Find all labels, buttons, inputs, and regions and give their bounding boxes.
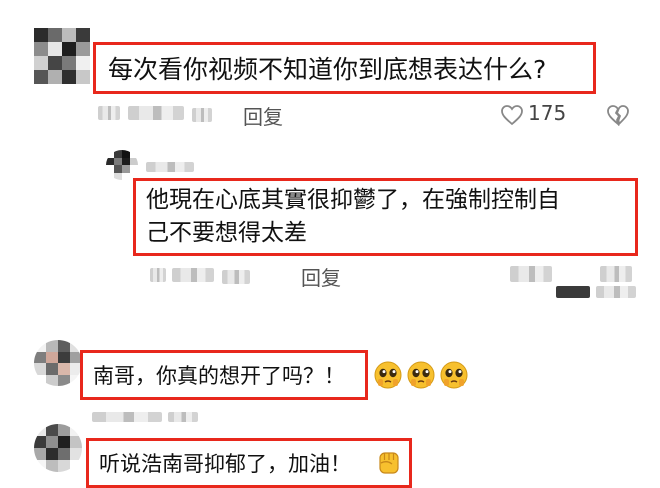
- avatar[interactable]: [106, 150, 138, 180]
- comment-text: 南哥，你真的想开了吗？！: [93, 364, 345, 388]
- comment-text-box: 每次看你视频不知道你到底想表达什么?: [93, 42, 596, 94]
- comment-meta: [172, 268, 214, 282]
- comment-meta: [168, 412, 198, 422]
- like-count: [556, 286, 590, 298]
- comment-text-box: 听说浩南哥抑郁了，加油！: [86, 438, 412, 488]
- raised-fist-emoji: [379, 452, 399, 474]
- pleading-face-emoji: [407, 361, 435, 389]
- like-count: 175: [528, 101, 567, 125]
- comment-meta: [222, 270, 250, 284]
- pleading-face-emoji: [374, 361, 402, 389]
- like-count: [596, 286, 636, 298]
- reply-button[interactable]: 回复: [301, 262, 341, 291]
- comment-meta: [192, 108, 212, 122]
- comment-meta: [92, 412, 162, 422]
- comment-meta: [98, 106, 120, 120]
- comment-text-line: 他現在心底其實很抑鬱了，在強制控制自: [146, 187, 560, 213]
- comment-text-line: 己不要想得太差: [146, 220, 307, 246]
- avatar[interactable]: [34, 340, 82, 386]
- comment-text: 听说浩南哥抑郁了，加油！: [99, 452, 351, 476]
- comment-text-box: 他現在心底其實很抑鬱了，在強制控制自 己不要想得太差: [133, 178, 638, 256]
- comment-meta: [146, 162, 194, 172]
- comment-text: 每次看你视频不知道你到底想表达什么?: [108, 55, 547, 84]
- avatar[interactable]: [34, 28, 90, 84]
- heart-outline-icon[interactable]: [500, 104, 524, 126]
- comment-text-box: 南哥，你真的想开了吗？！: [80, 350, 368, 400]
- avatar[interactable]: [34, 424, 82, 472]
- pleading-face-emoji: [440, 361, 468, 389]
- reply-button[interactable]: 回复: [243, 101, 283, 130]
- like-count: [600, 266, 632, 282]
- broken-heart-icon[interactable]: [606, 104, 630, 126]
- like-count: [510, 266, 552, 282]
- comment-meta: [128, 106, 184, 120]
- comment-meta: [150, 268, 166, 282]
